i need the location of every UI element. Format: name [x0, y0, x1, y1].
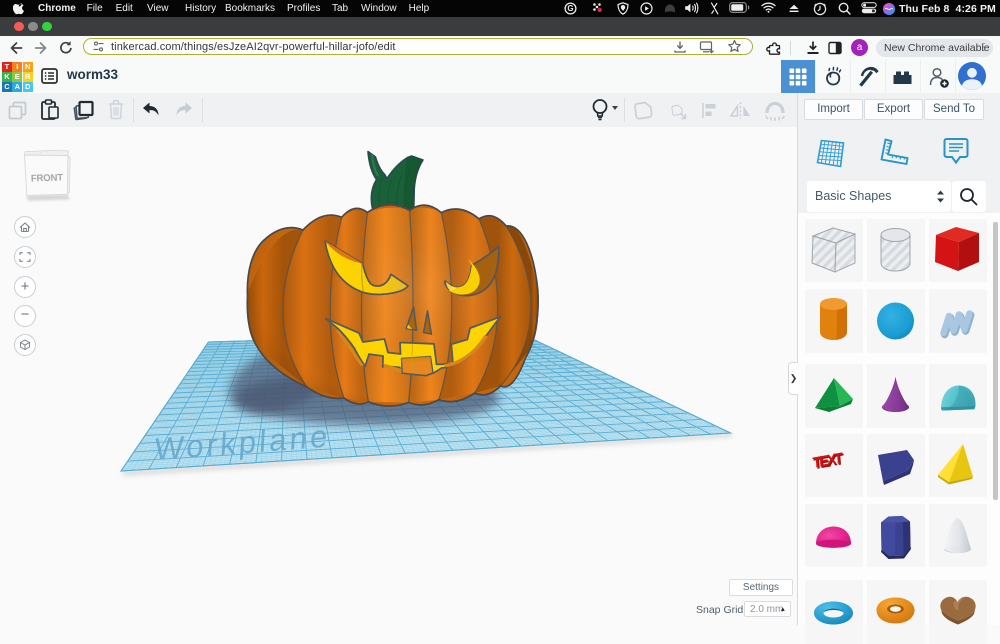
svg-text:G: G: [567, 4, 573, 13]
svg-text:FRONT: FRONT: [31, 172, 64, 184]
